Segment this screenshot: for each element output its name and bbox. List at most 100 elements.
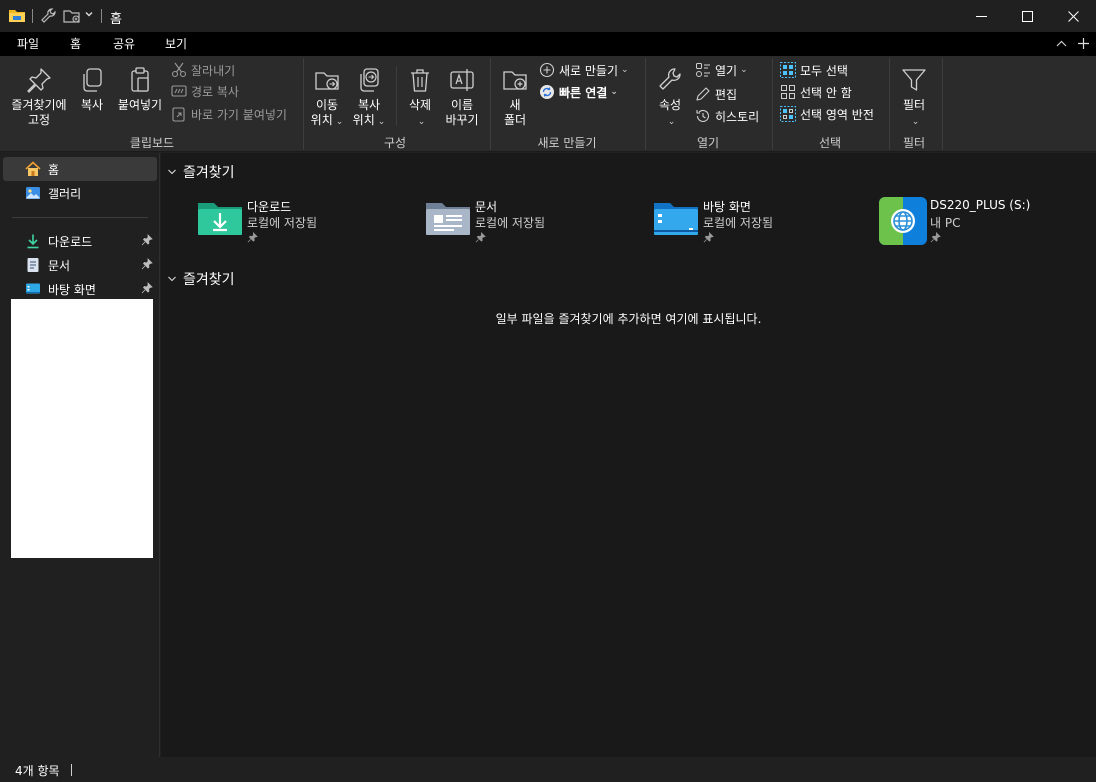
open-label: 열기 <box>715 63 738 78</box>
recent-section-header[interactable]: 즐겨찾기 <box>167 269 235 289</box>
rename-button[interactable]: 이름 바꾸기 <box>441 66 483 128</box>
pin-icon <box>475 232 486 243</box>
properties-button[interactable]: 속성 ⌄ <box>651 66 689 130</box>
navigation-pane: 홈 갤러리 다운로드 문서 바탕 화면 <box>0 153 160 757</box>
pin-label-2: 고정 <box>27 113 51 127</box>
tile-name: 바탕 화면 <box>703 200 751 214</box>
copy-to-icon <box>360 68 379 92</box>
open-button[interactable]: 열기 ⌄ <box>695 60 748 80</box>
paste-shortcut-icon <box>172 107 185 122</box>
move-folder-icon <box>315 72 339 90</box>
filter-group-label: 필터 <box>902 136 926 150</box>
paste-shortcut-button[interactable]: 바로 가기 붙여넣기 <box>171 104 287 124</box>
paste-button[interactable]: 붙여넣기 <box>113 66 167 113</box>
delete-button[interactable]: 삭제 ⌄ <box>402 66 438 130</box>
section-title: 즐겨찾기 <box>183 165 235 181</box>
select-none-button[interactable]: 선택 안 함 <box>780 82 852 102</box>
move-to-button[interactable]: 이동 위치 ⌄ <box>308 66 346 130</box>
move-label-2: 위치 ⌄ <box>310 113 344 127</box>
add-icon[interactable] <box>1077 37 1090 50</box>
window-title: 홈 <box>110 12 122 27</box>
network-drive-icon <box>879 197 927 245</box>
maximize-icon <box>1021 10 1033 22</box>
edit-button[interactable]: 편집 <box>695 84 737 104</box>
tab-view[interactable]: 보기 <box>165 35 187 52</box>
copy-label: 복사 <box>80 98 104 112</box>
cut-button[interactable]: 잘라내기 <box>171 60 235 80</box>
filter-button[interactable]: 필터 ⌄ <box>896 66 932 130</box>
close-icon <box>1067 10 1079 22</box>
tile-documents[interactable]: 문서 로컬에 저장됨 <box>424 197 624 249</box>
quick-access-label: 빠른 연결 <box>559 85 608 100</box>
desktop-icon <box>26 283 40 294</box>
chevron-down-icon <box>168 169 176 175</box>
select-all-button[interactable]: 모두 선택 <box>780 60 848 80</box>
new-folder-button[interactable]: 새 폴더 <box>497 66 533 128</box>
tile-subtitle: 로컬에 저장됨 <box>703 216 774 230</box>
sidebar-item-downloads[interactable]: 다운로드 <box>3 229 157 253</box>
copy-to-button[interactable]: 복사 위치 ⌄ <box>350 66 388 130</box>
tile-downloads[interactable]: 다운로드 로컬에 저장됨 <box>196 197 396 249</box>
new-item-button[interactable]: 새로 만들기 ⌄ <box>539 60 629 80</box>
move-label-1: 이동 <box>315 98 339 112</box>
new-folder-icon[interactable] <box>63 7 81 25</box>
collapse-ribbon-icon[interactable] <box>1056 39 1067 49</box>
minimize-button[interactable] <box>958 0 1004 32</box>
status-divider <box>71 764 72 776</box>
tile-name: DS220_PLUS (S:) <box>930 198 1031 212</box>
tile-network-drive[interactable]: DS220_PLUS (S:) 내 PC <box>879 197 1079 249</box>
pin-icon[interactable] <box>141 282 153 294</box>
filter-label: 필터 <box>902 98 926 112</box>
copy-icon <box>83 68 102 92</box>
empty-state-message: 일부 파일을 즐겨찾기에 추가하면 여기에 표시됩니다. <box>495 312 762 326</box>
wrench-icon[interactable] <box>40 7 58 25</box>
copy-to-label-1: 복사 <box>357 98 381 112</box>
sidebar-item-label: 홈 <box>48 163 60 177</box>
item-count: 4개 항목 <box>15 764 60 778</box>
new-folder-label-1: 새 <box>509 98 521 112</box>
tile-desktop[interactable]: 바탕 화면 로컬에 저장됨 <box>652 197 852 249</box>
documents-folder-icon <box>426 203 470 235</box>
open-group-label: 열기 <box>696 136 720 150</box>
new-folder-label-2: 폴더 <box>503 113 527 127</box>
copy-to-label-2: 위치 ⌄ <box>352 113 386 127</box>
section-title: 즐겨찾기 <box>183 272 235 288</box>
tab-share[interactable]: 공유 <box>113 35 135 52</box>
invert-selection-button[interactable]: 선택 영역 반전 <box>780 104 874 124</box>
trash-icon <box>411 69 429 92</box>
quick-access-button[interactable]: 빠른 연결 ⌄ <box>539 82 618 102</box>
tile-subtitle: 로컬에 저장됨 <box>475 216 546 230</box>
organize-group-label: 구성 <box>383 136 407 150</box>
minimize-icon <box>975 15 987 17</box>
favorites-section-header[interactable]: 즐겨찾기 <box>167 162 235 182</box>
close-button[interactable] <box>1050 0 1096 32</box>
pin-icon <box>27 68 51 93</box>
tab-file[interactable]: 파일 <box>17 35 39 52</box>
paste-shortcut-label: 바로 가기 붙여넣기 <box>191 107 287 122</box>
sidebar-item-desktop[interactable]: 바탕 화면 <box>3 277 157 301</box>
pin-to-quick-access-button[interactable]: 즐겨찾기에 고정 <box>5 66 73 128</box>
sidebar-item-home[interactable]: 홈 <box>3 157 157 181</box>
sidebar-item-gallery[interactable]: 갤러리 <box>3 181 157 205</box>
clipboard-group-label: 클립보드 <box>129 136 175 150</box>
history-button[interactable]: 히스토리 <box>695 106 759 126</box>
copy-button[interactable]: 복사 <box>76 66 108 113</box>
maximize-button[interactable] <box>1004 0 1050 32</box>
pin-icon[interactable] <box>141 258 153 270</box>
chevron-down-icon[interactable] <box>84 9 94 19</box>
invert-selection-label: 선택 영역 반전 <box>800 107 874 122</box>
sidebar-item-documents[interactable]: 문서 <box>3 253 157 277</box>
select-none-label: 선택 안 함 <box>800 85 852 100</box>
pin-icon[interactable] <box>141 234 153 246</box>
history-label: 히스토리 <box>715 109 760 124</box>
copy-path-label: 경로 복사 <box>191 84 239 99</box>
copy-path-button[interactable]: 경로 복사 <box>171 81 239 101</box>
rename-label-2: 바꾸기 <box>445 113 479 127</box>
redacted-area <box>11 299 153 558</box>
filter-icon <box>902 69 926 91</box>
edit-label: 편집 <box>715 87 738 102</box>
downloads-folder-icon <box>198 203 242 235</box>
tab-home[interactable]: 홈 <box>67 35 84 58</box>
properties-label: 속성 <box>658 98 682 112</box>
tile-subtitle: 로컬에 저장됨 <box>247 216 318 230</box>
